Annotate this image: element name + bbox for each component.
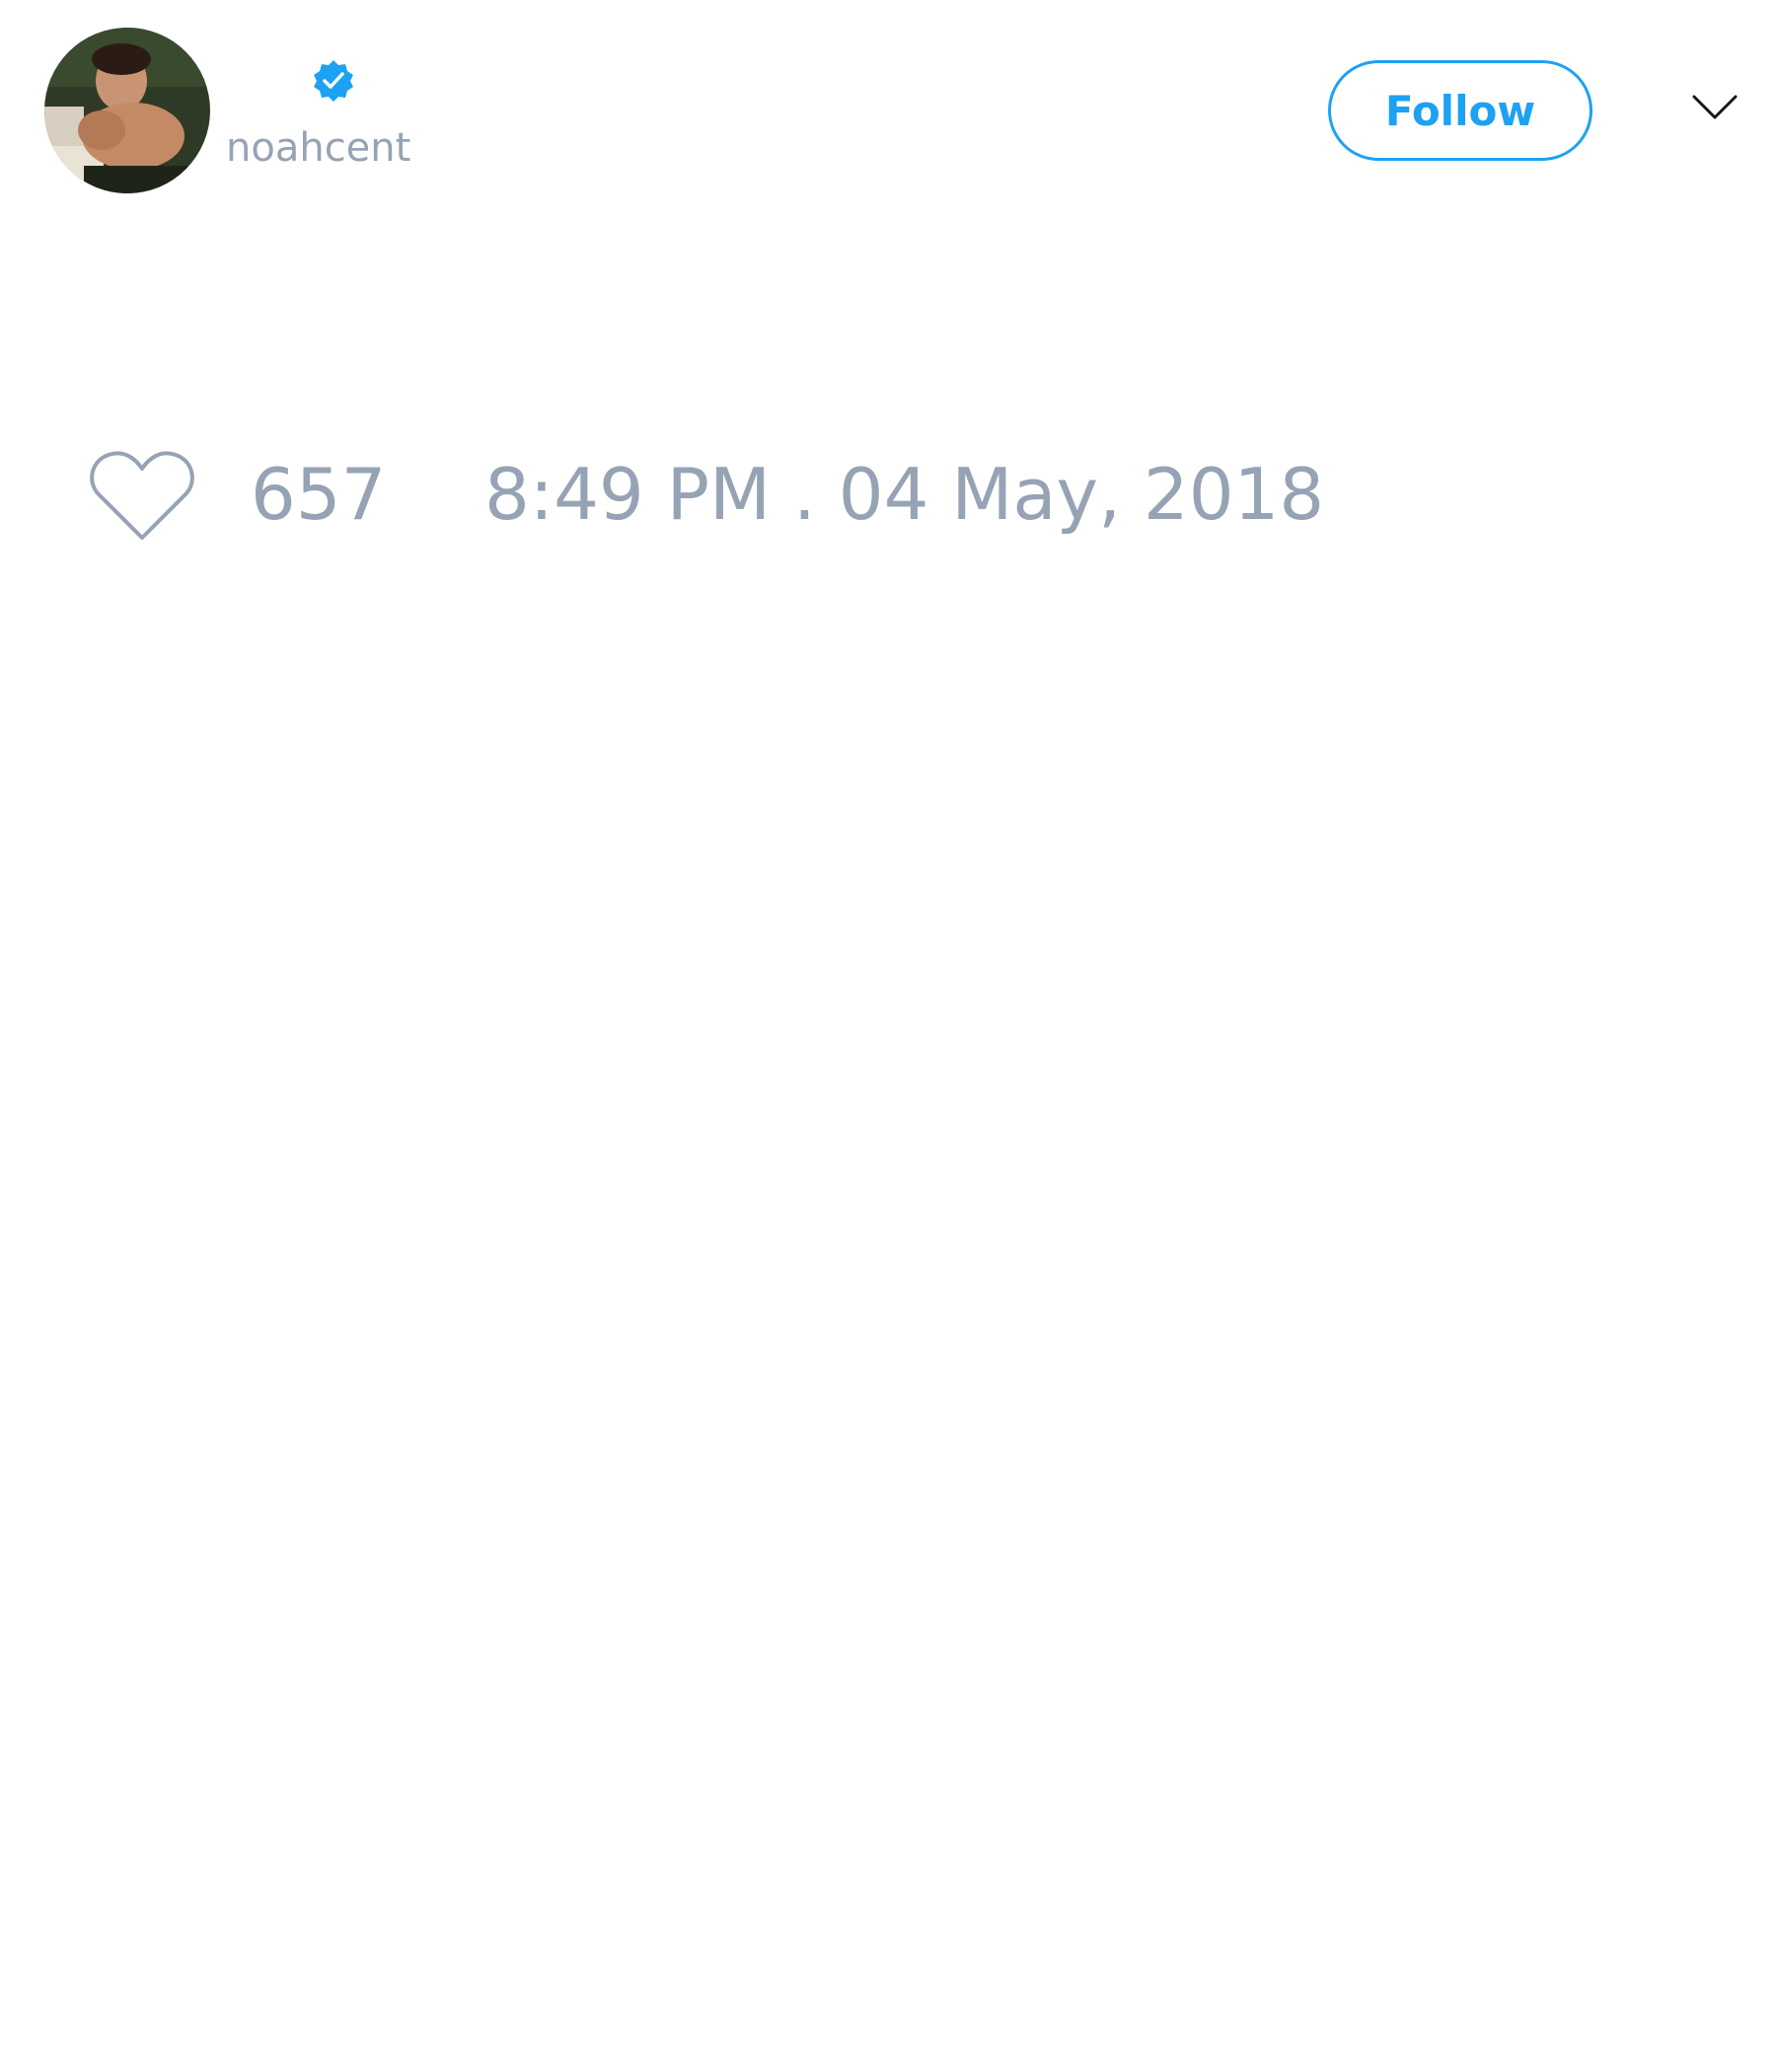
timestamp[interactable]: 8:49 PM . 04 May, 2018 [484,452,1324,537]
follow-button-label: Follow [1384,86,1536,135]
follow-button[interactable]: Follow [1328,60,1592,161]
heart-outline-icon[interactable] [89,449,195,542]
avatar[interactable] [44,28,210,193]
like-count[interactable]: 657 [251,452,386,537]
tweet-card: noahcent Follow 657 8:49 PM . 04 May, 20… [0,0,1776,2072]
verified-badge-icon [314,60,353,102]
chevron-down-icon[interactable] [1691,93,1739,122]
avatar-photo [44,28,210,193]
username[interactable]: noahcent [226,124,410,172]
